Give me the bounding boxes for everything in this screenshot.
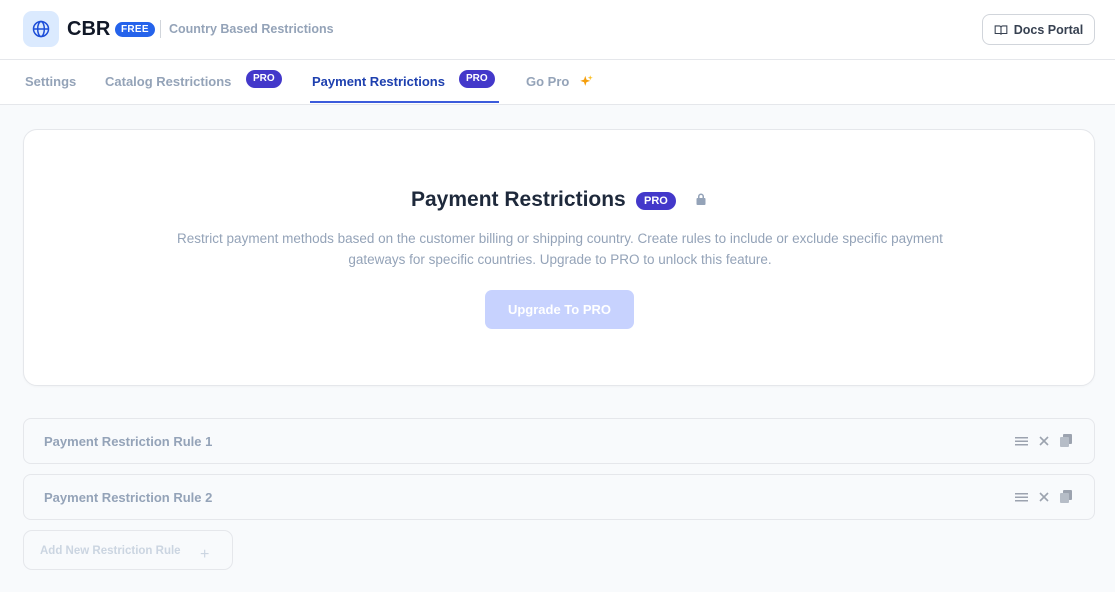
add-new-rule-button[interactable]: Add New Restriction Rule + (23, 530, 233, 570)
tab-bar: Settings Catalog Restrictions PRO Paymen… (0, 60, 1115, 105)
rule-actions (1015, 490, 1072, 503)
active-tab-indicator (310, 101, 499, 103)
brand-name: CBR (67, 18, 111, 40)
top-bar: CBR FREE Country Based Restrictions Docs… (0, 0, 1115, 60)
tab-go-pro[interactable]: Go Pro (526, 60, 569, 105)
globe-icon (32, 20, 50, 38)
restriction-rule-row[interactable]: Payment Restriction Rule 1 (23, 418, 1095, 464)
payment-pro-badge: PRO (459, 70, 495, 88)
copy-icon[interactable] (1060, 490, 1072, 503)
hero-pro-badge: PRO (636, 192, 676, 210)
lock-icon (696, 193, 706, 205)
close-icon[interactable] (1039, 491, 1049, 502)
rule-title: Payment Restriction Rule 2 (44, 490, 213, 505)
docs-portal-label: Docs Portal (1013, 22, 1084, 37)
catalog-pro-badge: PRO (246, 70, 282, 88)
rule-title: Payment Restriction Rule 1 (44, 434, 213, 449)
book-icon (994, 24, 1008, 35)
tab-catalog-restrictions[interactable]: Catalog Restrictions (105, 60, 231, 105)
drag-handle-icon[interactable] (1015, 435, 1028, 447)
close-icon[interactable] (1039, 435, 1049, 446)
plus-icon: + (200, 546, 210, 563)
tab-settings[interactable]: Settings (25, 60, 76, 105)
app-subtitle: Country Based Restrictions (169, 22, 334, 36)
copy-icon[interactable] (1060, 434, 1072, 447)
upgrade-to-pro-button[interactable]: Upgrade To PRO (485, 290, 634, 329)
feature-description: Restrict payment methods based on the cu… (177, 231, 943, 267)
tab-payment-restrictions[interactable]: Payment Restrictions (312, 60, 445, 105)
page-title: Payment Restrictions (411, 188, 626, 211)
restriction-rule-row[interactable]: Payment Restriction Rule 2 (23, 474, 1095, 520)
rule-actions (1015, 434, 1072, 447)
drag-handle-icon[interactable] (1015, 491, 1028, 503)
payment-restrictions-card: Payment Restrictions PRO Restrict paymen… (23, 129, 1095, 386)
docs-portal-button[interactable]: Docs Portal (982, 14, 1095, 45)
header-divider (160, 20, 161, 38)
sparkles-icon (580, 75, 593, 86)
app-logo (23, 11, 59, 47)
add-rule-label: Add New Restriction Rule (40, 545, 181, 557)
edition-badge: FREE (115, 22, 155, 37)
